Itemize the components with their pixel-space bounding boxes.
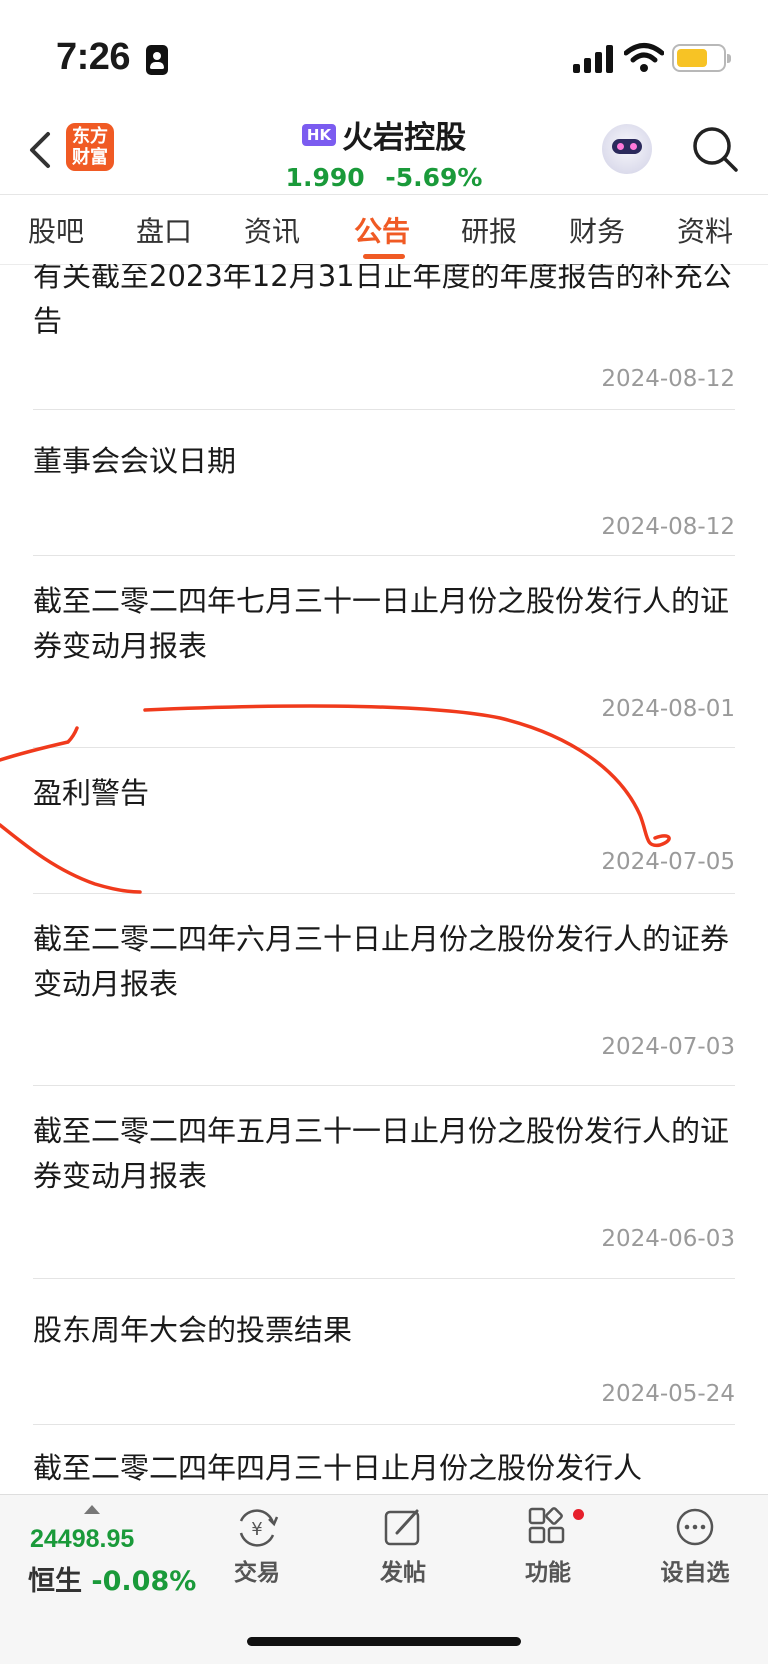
nav-trade[interactable]: ¥ 交易 <box>212 1507 302 1587</box>
list-item[interactable]: 盈利警告 2024-07-05 <box>33 747 735 894</box>
compose-icon <box>384 1509 420 1546</box>
list-item[interactable]: 截至二零二四年六月三十日止月份之股份发行人的证券变动月报表 2024-07-03 <box>33 893 735 1086</box>
grid-icon <box>528 1507 565 1544</box>
list-item[interactable]: 截至二零二四年五月三十一日止月份之股份发行人的证券变动月报表 2024-06-0… <box>33 1085 735 1279</box>
status-bar: 7:26 <box>0 0 768 110</box>
active-tab-indicator <box>363 254 405 259</box>
ai-assistant-robot-icon[interactable] <box>602 124 652 174</box>
nav-functions[interactable]: 功能 <box>503 1507 593 1587</box>
more-dots-icon <box>676 1508 714 1546</box>
index-name: 恒生 <box>28 1566 82 1597</box>
tab-announcements[interactable]: 公告 <box>354 210 410 250</box>
announcement-title: 股东周年大会的投票结果 <box>33 1313 353 1347</box>
announcement-title: 董事会会议日期 <box>33 444 237 478</box>
announcement-date: 2024-05-24 <box>601 1381 735 1407</box>
tab-guba[interactable]: 股吧 <box>28 210 84 250</box>
index-value: 24498.95 <box>30 1525 135 1553</box>
tab-pankou[interactable]: 盘口 <box>136 210 192 250</box>
expand-up-icon <box>84 1505 100 1514</box>
tab-news[interactable]: 资讯 <box>244 210 300 250</box>
announcement-date: 2024-07-03 <box>601 1034 735 1060</box>
index-change: -0.08% <box>91 1566 197 1597</box>
announcement-date: 2024-07-05 <box>601 849 735 875</box>
announcement-list: 有关截至2023年12月31日止年度的年度报告的补充公告 2024-08-12 … <box>0 264 768 1494</box>
list-item[interactable]: 董事会会议日期 2024-08-12 <box>33 409 735 556</box>
battery-icon <box>672 44 731 72</box>
announcement-date: 2024-08-12 <box>601 366 735 392</box>
search-icon[interactable] <box>690 124 740 174</box>
tab-finance[interactable]: 财务 <box>569 210 625 250</box>
nav-post-label: 发帖 <box>380 1560 426 1586</box>
announcement-date: 2024-08-01 <box>601 696 735 722</box>
contact-card-icon <box>146 45 168 75</box>
stock-price: 1.990 <box>285 163 365 192</box>
tab-profile[interactable]: 资料 <box>677 210 733 250</box>
app-logo[interactable]: 东方财富 <box>66 123 114 171</box>
svg-text:¥: ¥ <box>251 1519 262 1540</box>
stock-header: 东方财富 HK 火岩控股 1.990 -5.69% <box>0 110 768 195</box>
announcement-title: 截至二零二四年四月三十日止月份之股份发行人 <box>33 1451 643 1485</box>
wifi-icon <box>624 43 664 72</box>
index-label: 恒生 -0.08% <box>28 1559 196 1598</box>
nav-functions-label: 功能 <box>525 1560 571 1586</box>
list-item[interactable]: 截至二零二四年四月三十日止月份之股份发行人 <box>33 1424 735 1494</box>
market-badge: HK <box>301 123 337 146</box>
home-indicator <box>247 1637 521 1646</box>
announcement-title: 截至二零二四年七月三十一日止月份之股份发行人的证券变动月报表 <box>33 584 730 663</box>
announcement-title: 截至二零二四年五月三十一日止月份之股份发行人的证券变动月报表 <box>33 1114 730 1193</box>
stock-title: HK 火岩控股 1.990 -5.69% <box>200 110 568 192</box>
announcement-title: 有关截至2023年12月31日止年度的年度报告的补充公告 <box>33 264 732 338</box>
cellular-signal-icon <box>573 45 613 73</box>
nav-add-watchlist[interactable]: 设自选 <box>650 1507 740 1587</box>
announcement-date: 2024-08-12 <box>601 514 735 540</box>
list-item[interactable]: 有关截至2023年12月31日止年度的年度报告的补充公告 2024-08-12 <box>33 264 735 410</box>
announcement-date: 2024-06-03 <box>601 1226 735 1252</box>
announcement-title: 盈利警告 <box>33 776 150 810</box>
notification-dot <box>573 1509 584 1520</box>
status-time: 7:26 <box>56 36 131 78</box>
tab-research[interactable]: 研报 <box>461 210 517 250</box>
stock-change-pct: -5.69% <box>385 163 483 192</box>
announcement-title: 截至二零二四年六月三十日止月份之股份发行人的证券变动月报表 <box>33 922 730 1001</box>
logo-text: 东方财富 <box>72 126 108 168</box>
nav-post[interactable]: 发帖 <box>358 1507 448 1587</box>
list-item[interactable]: 股东周年大会的投票结果 2024-05-24 <box>33 1278 735 1425</box>
nav-add-watchlist-label: 设自选 <box>660 1560 730 1586</box>
bottom-toolbar: 24498.95 恒生 -0.08% ¥ 交易 发帖 功能 设自选 <box>0 1494 768 1664</box>
nav-trade-label: 交易 <box>234 1560 280 1586</box>
back-chevron-icon[interactable] <box>24 122 64 178</box>
list-item[interactable]: 截至二零二四年七月三十一日止月份之股份发行人的证券变动月报表 2024-08-0… <box>33 555 735 748</box>
stock-name: 火岩控股 <box>342 120 467 156</box>
tab-bar: 股吧 盘口 资讯 公告 研报 财务 资料 <box>0 194 768 265</box>
trade-yen-icon: ¥ <box>239 1509 279 1547</box>
